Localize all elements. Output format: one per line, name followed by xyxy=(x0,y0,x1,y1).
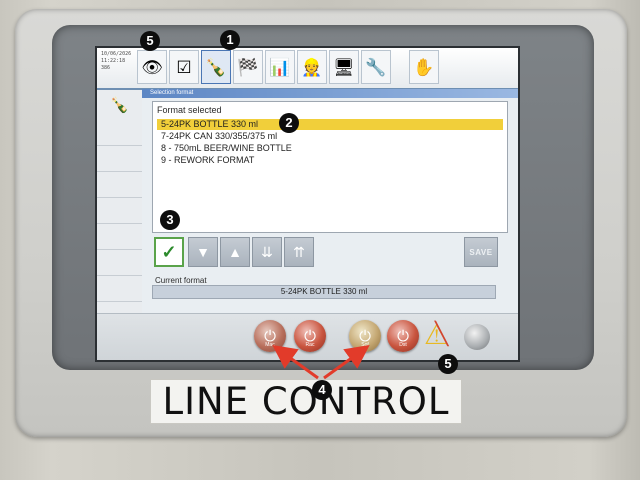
toolbar-tools-button[interactable]: 🔧 xyxy=(361,50,391,84)
tools-icon: 🔧 xyxy=(365,57,387,77)
list-header: Format selected xyxy=(157,105,222,115)
worker-icon: 👷 xyxy=(301,57,323,77)
hand-icon: ✋ xyxy=(413,57,435,77)
toolbar-format-button[interactable]: 🍾 xyxy=(201,50,231,84)
power-button[interactable]: ⏻ Rac xyxy=(294,320,326,352)
nav-slot[interactable] xyxy=(97,276,142,302)
time-text: 11:22:18 xyxy=(101,58,126,64)
toolbar-monitor-button[interactable]: 🖥 xyxy=(329,50,359,84)
check-icon: ✓ xyxy=(161,241,177,262)
date-text: 10/06/2026 xyxy=(101,51,132,57)
annotation-badge: 2 xyxy=(279,113,299,133)
checkered-flags-icon: 🏁 xyxy=(237,57,259,77)
arrow-down-icon: ▼ xyxy=(196,244,210,260)
annotation-badge: 4 xyxy=(312,380,332,400)
current-format-label: Current format xyxy=(155,276,207,285)
alarm-muted-icon: ╲ xyxy=(435,321,449,346)
move-last-button[interactable]: ⇊ xyxy=(252,237,282,267)
double-arrow-up-icon: ⇈ xyxy=(293,243,305,260)
move-down-button[interactable]: ▼ xyxy=(188,237,218,267)
monitor-icon: 🖥 xyxy=(333,57,355,77)
hmi-screen: 10/06/2026 11:22:18 386 👁 ☑ 🍾 🏁 📊 👷 🖥 🔧 … xyxy=(97,48,518,360)
nav-slot[interactable] xyxy=(97,172,142,198)
alarm-bell-icon[interactable] xyxy=(464,324,490,350)
nav-slot[interactable] xyxy=(97,120,142,146)
confirm-button[interactable]: ✓ xyxy=(154,237,184,267)
bottom-control-bar: ⏻ Mac ⏻ Rac ⏻ Sof ⏻ Dst ⚠ ╲ xyxy=(97,313,518,360)
toolbar-flags-button[interactable]: 🏁 xyxy=(233,50,263,84)
format-item[interactable]: 8 - 750mL BEER/WINE BOTTLE xyxy=(157,143,503,154)
eye-icon: 👁 xyxy=(141,57,163,77)
move-up-button[interactable]: ▲ xyxy=(220,237,250,267)
nav-slot[interactable] xyxy=(97,198,142,224)
annotation-badge: 3 xyxy=(160,210,180,230)
toolbar-eye-button[interactable]: 👁 xyxy=(137,50,167,84)
power-button-label: Dst xyxy=(399,342,407,348)
power-button-label: Rac xyxy=(305,342,315,348)
toolbar-worker-button[interactable]: 👷 xyxy=(297,50,327,84)
toolbar: 10/06/2026 11:22:18 386 👁 ☑ 🍾 🏁 📊 👷 🖥 🔧 … xyxy=(97,48,518,90)
power-button-label: Mac xyxy=(265,342,275,348)
toolbar-hand-button[interactable]: ✋ xyxy=(409,50,439,84)
power-button-label: Sof xyxy=(361,342,369,348)
bottle-icon: 🍾 xyxy=(110,97,129,114)
format-item[interactable]: 5-24PK BOTTLE 330 ml xyxy=(157,119,503,130)
nav-slot[interactable] xyxy=(97,224,142,250)
format-item[interactable]: 9 - REWORK FORMAT xyxy=(157,155,503,166)
annotation-badge: 5 xyxy=(438,354,458,374)
nav-slot[interactable] xyxy=(97,250,142,276)
bar-chart-icon: 📊 xyxy=(269,57,291,77)
datetime-display: 10/06/2026 11:22:18 386 xyxy=(99,51,137,85)
line-control-plate: LINE CONTROL xyxy=(150,379,462,424)
power-button[interactable]: ⏻ Sof xyxy=(349,320,381,352)
double-arrow-down-icon: ⇊ xyxy=(261,243,273,260)
format-list-panel: Format selected 5-24PK BOTTLE 330 ml 7-2… xyxy=(152,101,508,233)
annotation-badge: 1 xyxy=(220,30,240,50)
annotation-badge: 5 xyxy=(140,31,160,51)
power-button[interactable]: ⏻ Mac xyxy=(254,320,286,352)
left-navigation-column: 🍾 xyxy=(97,90,143,313)
arrow-up-icon: ▲ xyxy=(228,244,242,260)
toolbar-chart-button[interactable]: 📊 xyxy=(265,50,295,84)
counter-text: 386 xyxy=(101,65,111,71)
nav-slot[interactable] xyxy=(97,146,142,172)
checklist-icon: ☑ xyxy=(176,57,192,77)
current-format-value: 5-24PK BOTTLE 330 ml xyxy=(152,285,496,299)
window-title: Selection format xyxy=(142,89,518,98)
power-button[interactable]: ⏻ Dst xyxy=(387,320,419,352)
bottle-hand-icon: 🍾 xyxy=(205,57,227,77)
move-first-button[interactable]: ⇈ xyxy=(284,237,314,267)
toolbar-checklist-button[interactable]: ☑ xyxy=(169,50,199,84)
format-item[interactable]: 7-24PK CAN 330/355/375 ml xyxy=(157,131,503,142)
save-button[interactable]: SAVE xyxy=(464,237,498,267)
